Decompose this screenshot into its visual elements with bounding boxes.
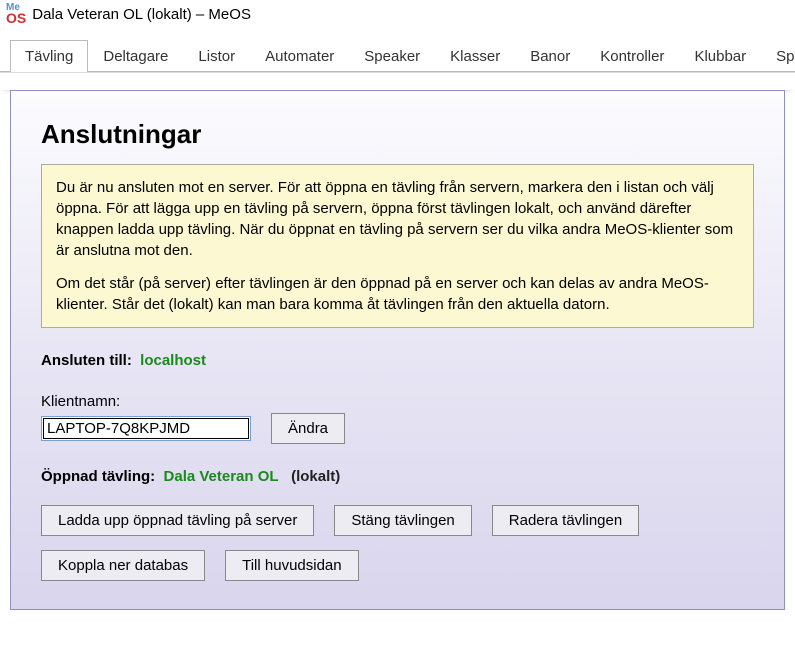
main-tabs: Tävling Deltagare Listor Automater Speak… bbox=[0, 39, 795, 72]
page-title: Anslutningar bbox=[41, 119, 754, 150]
tab-tavling[interactable]: Tävling bbox=[10, 40, 88, 72]
upload-button[interactable]: Ladda upp öppnad tävling på server bbox=[41, 505, 314, 536]
meos-logo-icon: MeOS bbox=[6, 4, 26, 25]
tab-automater[interactable]: Automater bbox=[250, 40, 349, 72]
tab-kontroller[interactable]: Kontroller bbox=[585, 40, 679, 72]
title-bar: MeOS Dala Veteran OL (lokalt) – MeOS bbox=[0, 0, 795, 29]
delete-competition-button[interactable]: Radera tävlingen bbox=[492, 505, 639, 536]
disconnect-db-button[interactable]: Koppla ner databas bbox=[41, 550, 205, 581]
tab-listor[interactable]: Listor bbox=[183, 40, 250, 72]
action-button-row-1: Ladda upp öppnad tävling på server Stäng… bbox=[41, 505, 754, 536]
window-title: Dala Veteran OL (lokalt) – MeOS bbox=[32, 6, 251, 23]
opened-label: Öppnad tävling: bbox=[41, 468, 155, 485]
tab-banor[interactable]: Banor bbox=[515, 40, 585, 72]
tab-klubbar[interactable]: Klubbar bbox=[679, 40, 761, 72]
tab-underline bbox=[0, 72, 795, 90]
close-competition-button[interactable]: Stäng tävlingen bbox=[334, 505, 471, 536]
opened-scope: (lokalt) bbox=[291, 468, 340, 485]
client-label: Klientnamn: bbox=[41, 393, 754, 410]
tab-klasser[interactable]: Klasser bbox=[435, 40, 515, 72]
connected-row: Ansluten till: localhost bbox=[41, 352, 754, 369]
info-box: Du är nu ansluten mot en server. För att… bbox=[41, 164, 754, 328]
info-paragraph-2: Om det står (på server) efter tävlingen … bbox=[56, 273, 739, 315]
content-panel: Anslutningar Du är nu ansluten mot en se… bbox=[10, 90, 785, 610]
change-button[interactable]: Ändra bbox=[271, 413, 345, 444]
home-button[interactable]: Till huvudsidan bbox=[225, 550, 359, 581]
opened-name: Dala Veteran OL bbox=[164, 468, 279, 485]
action-button-row-2: Koppla ner databas Till huvudsidan bbox=[41, 550, 754, 581]
info-paragraph-1: Du är nu ansluten mot en server. För att… bbox=[56, 177, 739, 261]
connected-label: Ansluten till: bbox=[41, 352, 132, 369]
client-name-input[interactable] bbox=[41, 416, 251, 441]
opened-row: Öppnad tävling: Dala Veteran OL (lokalt) bbox=[41, 468, 754, 485]
client-row: Klientnamn: Ändra bbox=[41, 393, 754, 444]
tab-sportident[interactable]: SportIdent bbox=[761, 40, 795, 72]
tab-speaker[interactable]: Speaker bbox=[349, 40, 435, 72]
connected-value: localhost bbox=[140, 352, 206, 369]
tab-deltagare[interactable]: Deltagare bbox=[88, 40, 183, 72]
